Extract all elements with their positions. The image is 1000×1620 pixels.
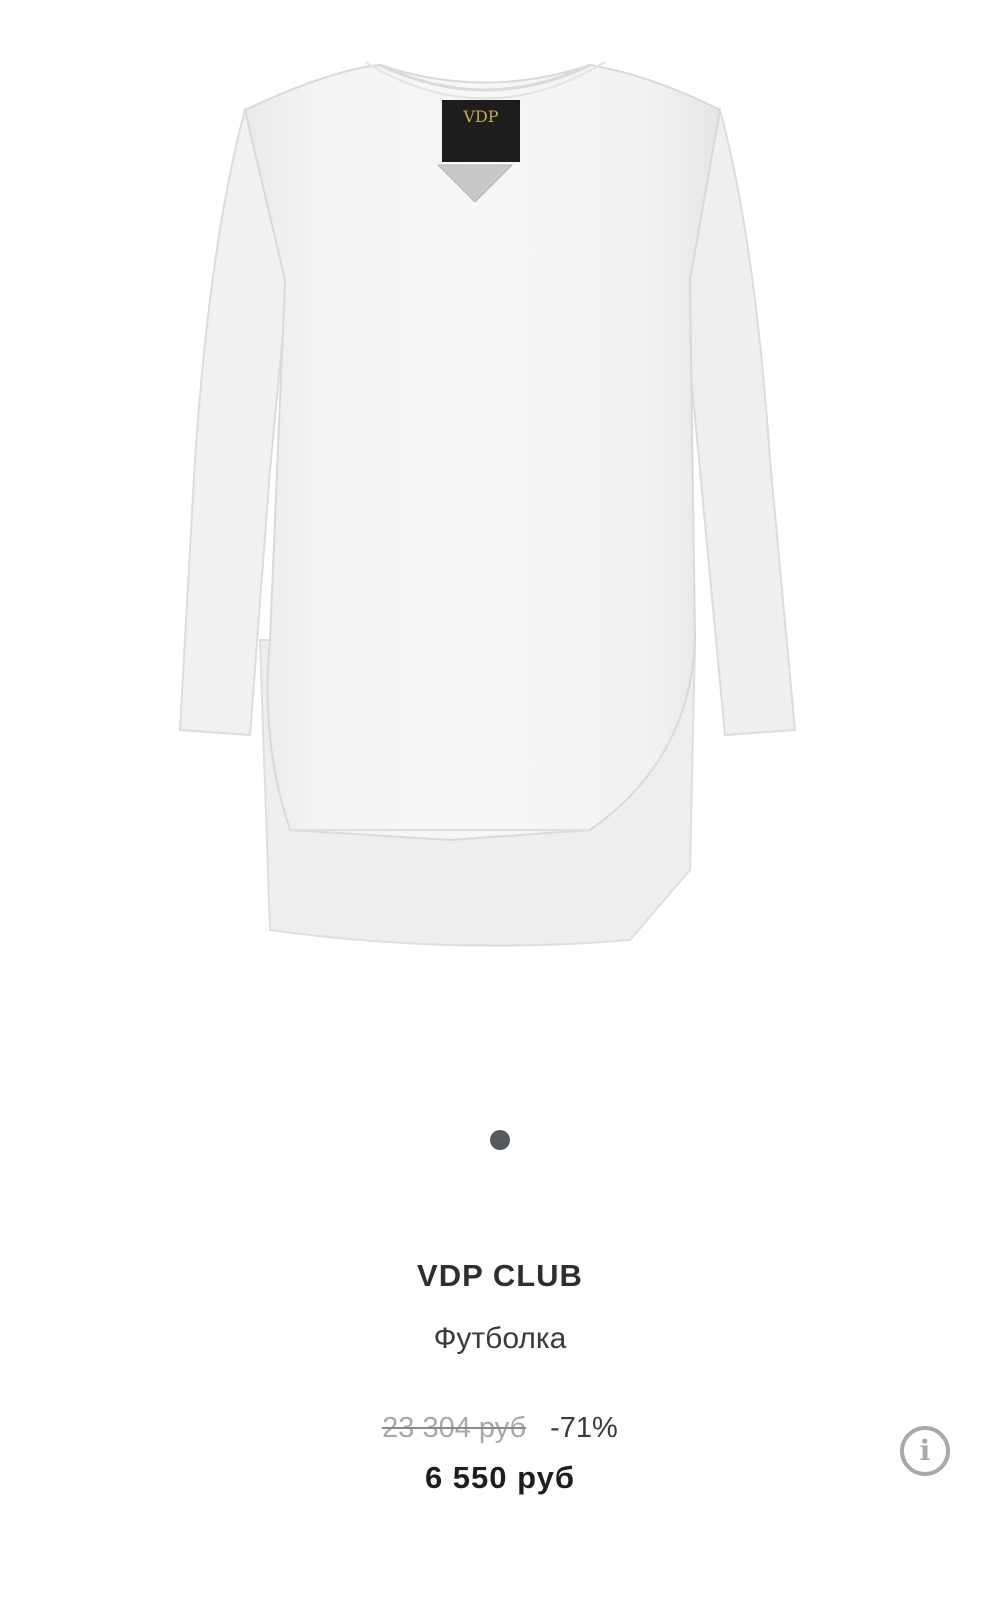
discount-badge: -71%	[550, 1412, 618, 1444]
product-name: Футболка	[433, 1322, 567, 1355]
tshirt-illustration: VDP	[178, 61, 797, 947]
carousel-indicator	[0, 1130, 1000, 1150]
old-price: 23 304 руб	[382, 1412, 527, 1444]
current-price: 6 550 руб	[424, 1460, 576, 1495]
carousel-dot-active[interactable]	[490, 1130, 510, 1150]
price-row: 23 304 руб -71%	[0, 1412, 1000, 1445]
info-button[interactable]: i	[900, 1426, 950, 1476]
brand-label-text: VDP	[462, 107, 498, 126]
product-brand: VDP CLUB	[417, 1258, 583, 1293]
product-image[interactable]: VDP	[150, 40, 850, 1000]
info-icon: i	[919, 1434, 931, 1467]
